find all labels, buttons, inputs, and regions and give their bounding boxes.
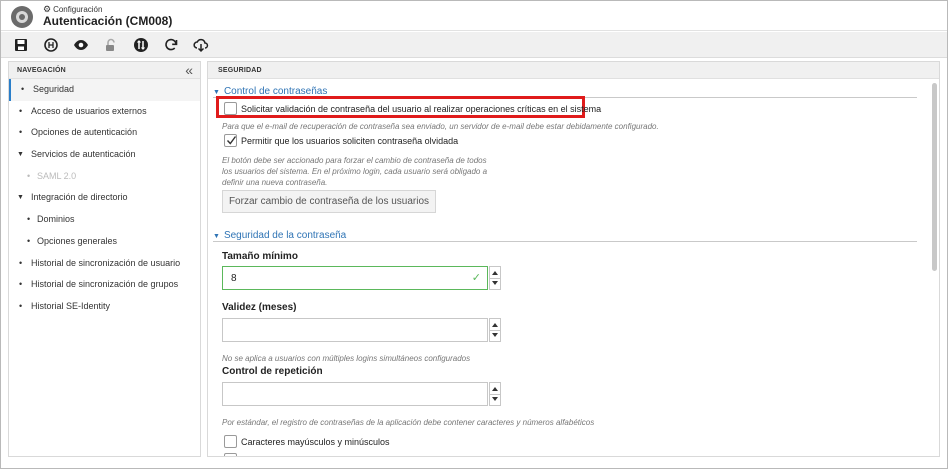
sidebar-item-label: Servicios de autenticación: [31, 149, 136, 160]
lock-icon[interactable]: [103, 37, 119, 53]
sidebar-item-saml: • SAML 2.0: [9, 166, 200, 188]
arrow-down-icon[interactable]: [492, 333, 498, 337]
validity-hint: No se aplica a usuarios con múltiples lo…: [222, 354, 471, 363]
repeat-control-stepper[interactable]: [489, 382, 501, 406]
sidebar-item-opciones-generales[interactable]: • Opciones generales: [9, 231, 200, 253]
sidebar-item-opciones-autenticacion[interactable]: • Opciones de autenticación: [9, 122, 200, 144]
sidebar-item-label: Acceso de usuarios externos: [31, 105, 147, 116]
stepper-divider: [490, 278, 500, 279]
sidebar-item-label: Opciones generales: [37, 235, 118, 246]
bullet-icon: •: [27, 214, 31, 225]
sidebar-item-label: Opciones de autenticación: [31, 127, 138, 138]
view-icon[interactable]: [73, 37, 89, 53]
sidebar-item-label: Integración de directorio: [31, 192, 128, 203]
repeat-control-input[interactable]: [222, 382, 488, 406]
app-logo-icon: [11, 6, 33, 28]
sidebar-item-label: Historial de sincronización de usuario: [31, 257, 181, 268]
sidebar-item-label: Dominios: [37, 214, 75, 225]
require-validation-label: Solicitar validación de contraseña del u…: [241, 104, 602, 114]
toolbar: [1, 32, 947, 58]
sidebar-item-historial-usuario[interactable]: • Historial de sincronización de usuario: [9, 253, 200, 275]
history-icon[interactable]: [43, 37, 59, 53]
sync-icon[interactable]: [133, 37, 149, 53]
sidebar-item-label: Historial de sincronización de grupos: [31, 279, 179, 290]
sidebar-item-historial-se-identity[interactable]: • Historial SE-Identity: [9, 296, 200, 318]
force-hint: El botón debe ser accionado para forzar …: [222, 156, 488, 187]
case-label: Caracteres mayúsculos y minúsculos: [241, 437, 390, 447]
sidebar-item-label: SAML 2.0: [37, 170, 77, 181]
breadcrumb: ⚙ Configuración: [43, 4, 103, 15]
validity-input[interactable]: [222, 318, 488, 342]
caret-down-icon: ▼: [213, 233, 220, 240]
security-title: SEGURIDAD: [218, 67, 262, 74]
divider: [213, 241, 917, 242]
caret-down-icon: ▼: [213, 89, 220, 96]
allow-forgot-checkbox[interactable]: [224, 134, 237, 147]
sidebar-item-acceso-externos[interactable]: • Acceso de usuarios externos: [9, 101, 200, 123]
arrow-up-icon[interactable]: [492, 271, 498, 275]
gear-icon: ⚙: [43, 4, 52, 14]
stepper-divider: [490, 394, 500, 395]
min-size-label: Tamaño mínimo: [222, 251, 298, 262]
collapse-icon[interactable]: «: [185, 63, 193, 77]
standard-hint: Por estándar, el registro de contraseñas…: [222, 418, 595, 427]
allow-forgot-label: Permitir que los usuarios soliciten cont…: [241, 136, 459, 146]
caret-down-icon[interactable]: ▼: [17, 187, 24, 209]
stepper-divider: [490, 330, 500, 331]
refresh-icon[interactable]: [163, 37, 179, 53]
arrow-down-icon[interactable]: [492, 281, 498, 285]
navigation-header: NAVEGACIÓN «: [9, 62, 200, 79]
repeat-control-label: Control de repetición: [222, 366, 323, 377]
sidebar-item-servicios-autenticacion[interactable]: ▼ Servicios de autenticación: [9, 144, 200, 166]
page-title: Autenticación (CM008): [43, 14, 173, 28]
bullet-icon: •: [27, 170, 31, 181]
navigation-list: • Seguridad • Acceso de usuarios externos …: [9, 79, 200, 318]
sidebar-item-label: Historial SE-Identity: [31, 300, 111, 311]
app-header: ⚙ Configuración Autenticación (CM008): [1, 1, 947, 31]
min-size-input[interactable]: 8 ✓: [222, 266, 488, 290]
caret-down-icon[interactable]: ▼: [17, 144, 24, 166]
bullet-icon: •: [21, 84, 25, 94]
save-icon[interactable]: [13, 37, 29, 53]
sidebar-item-historial-grupos[interactable]: • Historial de sincronización de grupos: [9, 274, 200, 296]
sidebar-item-label: Seguridad: [33, 84, 75, 94]
bullet-icon: •: [19, 127, 23, 138]
navigation-title: NAVEGACIÓN: [17, 67, 66, 74]
sidebar-item-integracion-directorio[interactable]: ▼ Integración de directorio: [9, 187, 200, 209]
breadcrumb-label: Configuración: [53, 5, 103, 14]
section-heading: Seguridad de la contraseña: [223, 230, 347, 241]
navigation-panel: NAVEGACIÓN « • Seguridad • Acceso de usuar…: [8, 61, 201, 457]
require-validation-checkbox[interactable]: [224, 102, 237, 115]
section-password-security[interactable]: ▼ Seguridad de la contraseña: [213, 230, 346, 241]
validity-stepper[interactable]: [489, 318, 501, 342]
validity-label: Validez (meses): [222, 302, 297, 313]
force-password-change-button[interactable]: Forzar cambio de contraseña de los usuar…: [222, 190, 436, 213]
vertical-scrollbar[interactable]: [932, 83, 937, 271]
arrow-down-icon[interactable]: [492, 397, 498, 401]
next-option-checkbox[interactable]: [224, 453, 237, 456]
min-size-value: 8: [231, 273, 237, 284]
bullet-icon: •: [27, 235, 31, 246]
cloud-download-icon[interactable]: [193, 37, 209, 53]
email-hint: Para que el e-mail de recuperación de co…: [222, 122, 659, 131]
arrow-up-icon[interactable]: [492, 323, 498, 327]
security-panel: SEGURIDAD ▼ Control de contraseñas Solici…: [207, 61, 940, 457]
security-header: SEGURIDAD: [208, 62, 939, 79]
sidebar-item-seguridad[interactable]: • Seguridad: [9, 79, 200, 101]
checkmark-icon: ✓: [471, 272, 481, 284]
arrow-up-icon[interactable]: [492, 387, 498, 391]
sidebar-item-dominios[interactable]: • Dominios: [9, 209, 200, 231]
case-checkbox[interactable]: [224, 435, 237, 448]
bullet-icon: •: [19, 279, 23, 290]
bullet-icon: •: [19, 300, 23, 311]
bullet-icon: •: [19, 257, 23, 268]
bullet-icon: •: [19, 105, 23, 116]
min-size-stepper[interactable]: [489, 266, 501, 290]
